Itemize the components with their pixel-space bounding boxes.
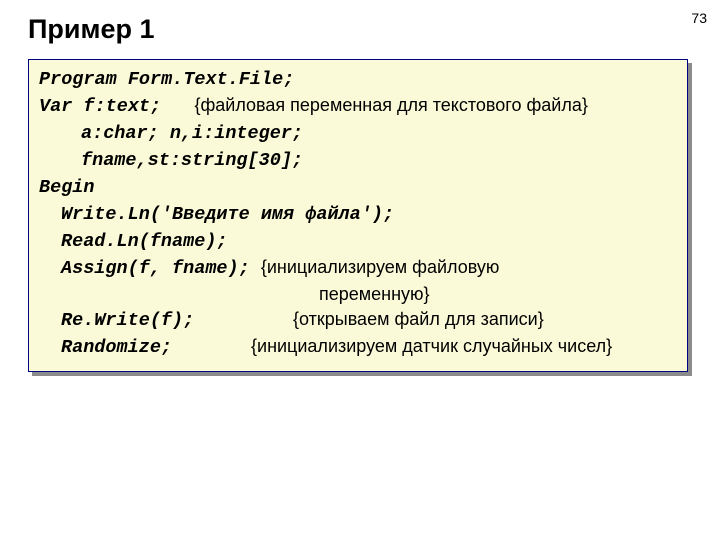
slide: 73 Пример 1 Program Form.Text.File; Var … <box>0 0 720 392</box>
slide-title: Пример 1 <box>28 14 700 45</box>
code-comment: переменную} <box>319 284 430 304</box>
code-line: a:char; n,i:integer; <box>81 123 303 144</box>
code-line: Re.Write(f); <box>61 309 293 334</box>
code-line: Begin <box>39 177 95 198</box>
code-line: Write.Ln('Введите имя файла'); <box>61 204 394 225</box>
code-line: Read.Ln(fname); <box>61 231 228 252</box>
code-line: Assign(f, fname); <box>61 258 250 279</box>
code-spacer <box>161 96 194 117</box>
code-comment: {инициализируем датчик случайных чисел} <box>251 336 612 356</box>
code-box-wrap: Program Form.Text.File; Var f:text; {фай… <box>28 59 688 372</box>
code-box: Program Form.Text.File; Var f:text; {фай… <box>28 59 688 372</box>
code-comment: {инициализируем файловую <box>261 257 500 277</box>
code-comment: {открываем файл для записи} <box>293 309 544 329</box>
code-line: Var f:text; <box>39 96 161 117</box>
code-line: Program Form.Text.File; <box>39 69 294 90</box>
code-spacer <box>250 258 261 279</box>
code-line: fname,st:string[30]; <box>81 150 303 171</box>
page-number: 73 <box>691 10 707 26</box>
code-line: Randomize; <box>61 336 251 361</box>
code-comment: {файловая переменная для текстового файл… <box>194 95 587 115</box>
